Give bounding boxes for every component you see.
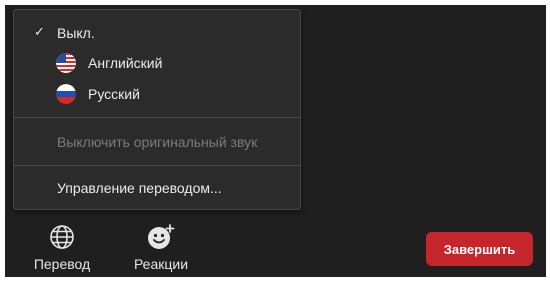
menu-item-off[interactable]: ✓ Выкл. [14, 19, 300, 47]
translate-label: Перевод [33, 256, 91, 272]
globe-icon [49, 222, 75, 252]
reactions-button[interactable]: Реакции [126, 222, 196, 272]
menu-item-russian[interactable]: Русский [14, 80, 300, 108]
emoji-add-icon [146, 222, 176, 252]
ru-flag-icon [56, 84, 76, 104]
us-flag-icon [56, 53, 76, 73]
translate-button[interactable]: Перевод [27, 222, 97, 272]
reactions-label: Реакции [133, 256, 189, 272]
checkmark-icon: ✓ [34, 24, 45, 39]
menu-item-mute-original: Выключить оригинальный звук [14, 128, 300, 156]
menu-item-english-label: Английский [88, 55, 163, 71]
menu-item-manage-label: Управление переводом... [57, 180, 222, 196]
menu-divider [14, 165, 300, 166]
menu-item-off-label: Выкл. [57, 25, 95, 41]
menu-item-mute-original-label: Выключить оригинальный звук [57, 134, 258, 150]
end-meeting-button[interactable]: Завершить [426, 232, 533, 266]
translation-menu: ✓ Выкл. Английский Русский Выключить ори… [13, 9, 301, 210]
menu-item-english[interactable]: Английский [14, 49, 300, 77]
menu-item-russian-label: Русский [88, 86, 140, 102]
menu-divider [14, 117, 300, 118]
menu-item-manage-translation[interactable]: Управление переводом... [14, 174, 300, 202]
